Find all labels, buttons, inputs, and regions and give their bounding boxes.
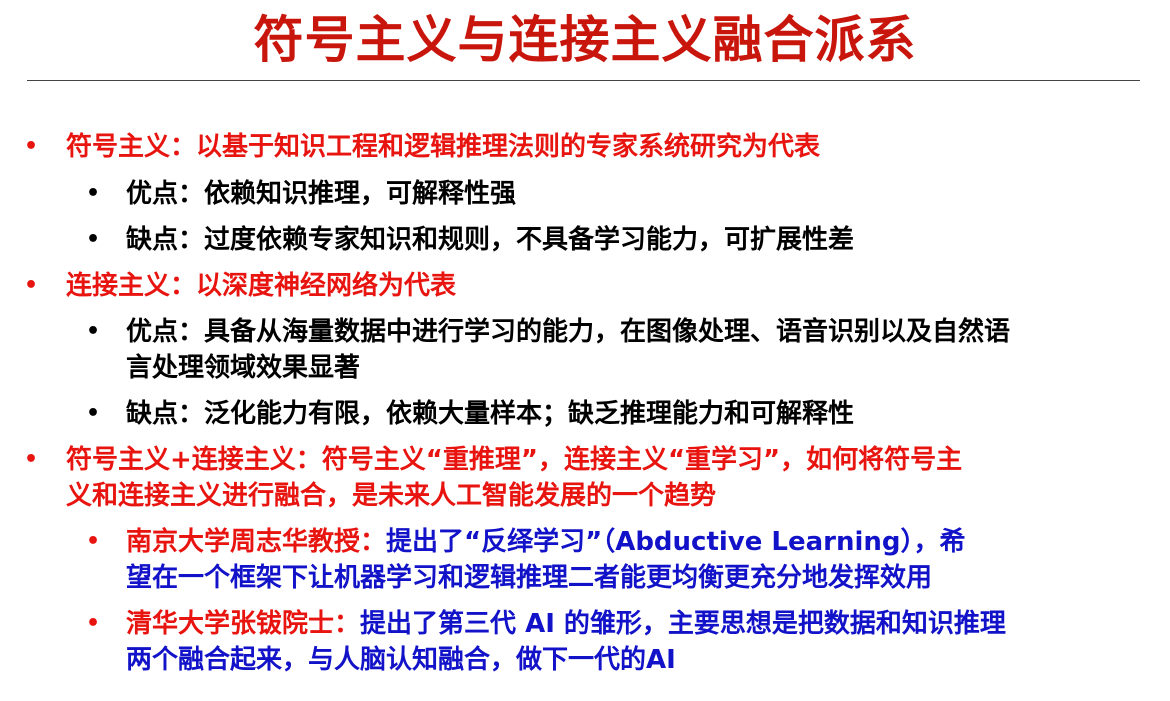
bullet-text-line1: 符号主义+连接主义：符号主义“重推理”，连接主义“重学习”，如何将符号主	[66, 445, 963, 475]
sub-bullet-symbolism-cons: • 缺点：过度依赖专家知识和规则，不具备学习能力，可扩展性差	[86, 222, 855, 258]
bullet-dot-icon: •	[86, 529, 101, 554]
bullet-dot-icon: •	[86, 319, 101, 344]
sub-bullet-zhou-zhihua: • 南京大学周志华教授：提出了“反绎学习”（Abductive Learning…	[86, 524, 966, 596]
bullet-text: 连接主义：以深度神经网络为代表	[66, 271, 457, 301]
sub-bullet-zhang-bo: • 清华大学张钹院士：提出了第三代 AI 的雏形，主要思想是把数据和知识推理 两…	[86, 606, 1006, 678]
bullet-dot-icon: •	[24, 134, 39, 159]
bullet-text-line1: 优点：具备从海量数据中进行学习的能力，在图像处理、语音识别以及自然语	[126, 317, 1011, 347]
bullet-text-line2: 望在一个框架下让机器学习和逻辑推理二者能更均衡更充分地发挥效用	[126, 563, 933, 593]
bullet-text-line2: 言处理领域效果显著	[126, 353, 361, 383]
bullet-symbolism: • 符号主义：以基于知识工程和逻辑推理法则的专家系统研究为代表	[24, 129, 821, 165]
bullet-text-line2: 义和连接主义进行融合，是未来人工智能发展的一个趋势	[66, 481, 717, 511]
person-label: 清华大学张钹院士：	[126, 609, 361, 639]
bullet-text: 缺点：过度依赖专家知识和规则，不具备学习能力，可扩展性差	[126, 225, 855, 255]
title-divider	[27, 80, 1140, 81]
bullet-text: 优点：依赖知识推理，可解释性强	[126, 179, 517, 209]
sub-bullet-symbolism-pros: • 优点：依赖知识推理，可解释性强	[86, 176, 517, 212]
bullet-dot-icon: •	[86, 227, 101, 252]
bullet-connectionism: • 连接主义：以深度神经网络为代表	[24, 268, 457, 304]
bullet-text: 缺点：泛化能力有限，依赖大量样本；缺乏推理能力和可解释性	[126, 399, 855, 429]
bullet-dot-icon: •	[86, 611, 101, 636]
sub-bullet-connectionism-pros: • 优点：具备从海量数据中进行学习的能力，在图像处理、语音识别以及自然语 言处理…	[86, 314, 1011, 386]
bullet-text-line2: 两个融合起来，与人脑认知融合，做下一代的AI	[126, 645, 676, 675]
sub-bullet-connectionism-cons: • 缺点：泛化能力有限，依赖大量样本；缺乏推理能力和可解释性	[86, 396, 855, 432]
person-label: 南京大学周志华教授：	[126, 527, 387, 557]
bullet-dot-icon: •	[24, 447, 39, 472]
bullet-text-line1: 提出了第三代 AI 的雏形，主要思想是把数据和知识推理	[360, 609, 1006, 639]
bullet-dot-icon: •	[86, 181, 101, 206]
slide-title: 符号主义与连接主义融合派系	[253, 11, 917, 69]
bullet-fusion: • 符号主义+连接主义：符号主义“重推理”，连接主义“重学习”，如何将符号主 义…	[24, 442, 963, 514]
bullet-text: 符号主义：以基于知识工程和逻辑推理法则的专家系统研究为代表	[66, 132, 821, 162]
bullet-dot-icon: •	[86, 401, 101, 426]
bullet-text-line1: 提出了“反绎学习”（Abductive Learning），希	[386, 527, 966, 557]
bullet-dot-icon: •	[24, 273, 39, 298]
